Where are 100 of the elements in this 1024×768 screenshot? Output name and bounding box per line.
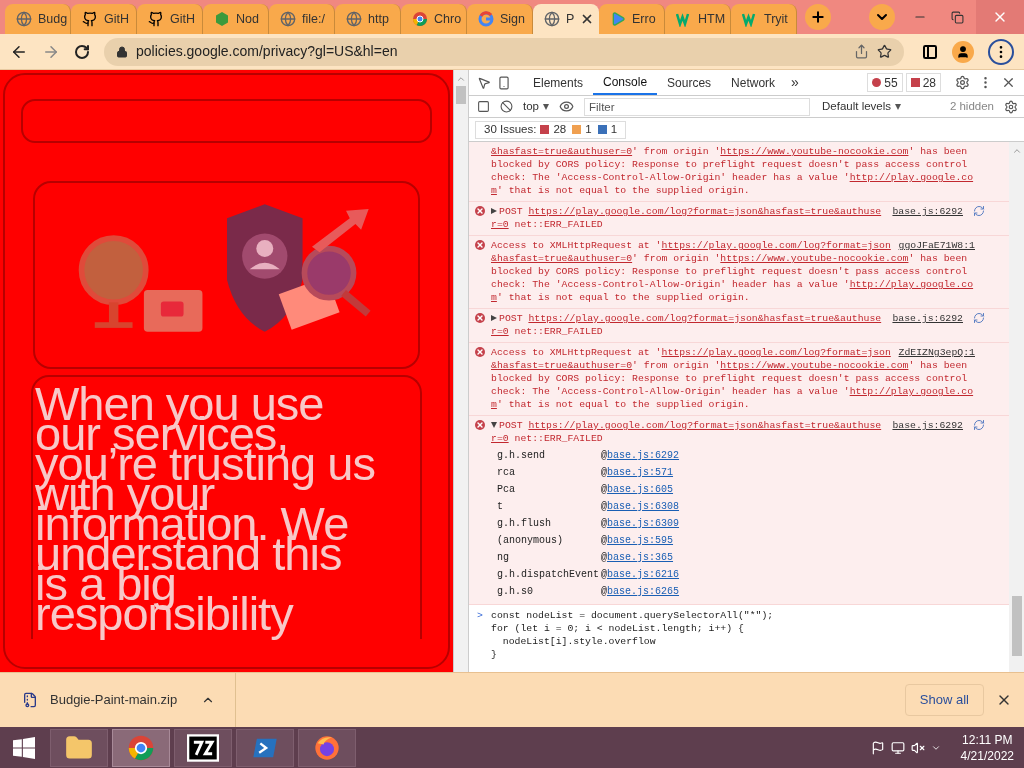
message-line: check: The 'Access-Control-Allow-Origin' header has a value 'http://play.google.co [491,171,974,184]
browser-tab[interactable]: Sign [467,4,533,34]
stack-source-link[interactable]: base.js:6216 [607,566,680,583]
browser-tab[interactable]: Chro [401,4,467,34]
context-dropdown[interactable]: top [523,97,549,116]
link[interactable]: m [491,185,497,196]
live-expression-icon[interactable] [559,99,574,114]
link[interactable]: r=0 [491,219,509,230]
network-request-icon[interactable] [973,419,985,431]
stack-source-link[interactable]: base.js:6309 [607,515,680,532]
network-request-icon[interactable] [973,205,985,217]
devtools-tab[interactable]: Elements [523,70,594,95]
flag-icon[interactable] [870,740,885,755]
link[interactable]: r=0 [491,326,509,337]
source-link[interactable]: ZdEIZNg3epQ:1 [898,346,975,359]
network-icon[interactable] [890,740,905,755]
browser-tab[interactable]: Erro [599,4,665,34]
more-tabs-button[interactable]: » [785,72,805,93]
link[interactable]: &hasfast=true&authuser=0 [491,360,633,371]
link[interactable]: https://www.youtube-nocookie.com [720,360,909,371]
source-link[interactable]: base.js:6292 [892,312,963,325]
stack-source-link[interactable]: base.js:605 [607,481,674,498]
side-panel-icon[interactable] [922,43,938,60]
bookmark-star-icon[interactable] [877,44,892,59]
devtools-tab[interactable]: Console [593,70,658,95]
new-tab-button[interactable] [805,4,831,30]
error-counter[interactable]: 55 [867,73,903,92]
scrollbar-thumb[interactable] [1011,596,1022,656]
stack-source-link[interactable]: base.js:6265 [607,583,680,600]
message-line: check: The 'Access-Control-Allow-Origin' header has a value 'http://play.google.co [491,385,974,398]
stack-source-link[interactable]: base.js:6292 [607,447,680,464]
link[interactable]: r=0 [491,433,509,444]
clear-console-icon[interactable] [500,100,513,113]
source-link[interactable]: base.js:6292 [892,205,963,218]
taskbar-app[interactable] [174,728,232,767]
close-icon[interactable] [1001,75,1016,90]
link[interactable]: http://play.google.co [849,279,974,290]
browser-tab[interactable]: P [533,4,599,34]
link[interactable]: https://www.youtube-nocookie.com [720,253,909,264]
link[interactable]: https://play.google.com/log?format=json [661,347,891,358]
source-link[interactable]: ggoJFaE71W8:1 [898,239,975,252]
link[interactable]: https://play.google.com/log?format=json&hasfast=true&authuse [528,313,882,324]
share-icon[interactable] [854,44,869,59]
clock[interactable]: 12:11 PM 4/21/2022 [960,731,1014,764]
browser-tab[interactable]: GitH [71,4,137,34]
console-settings-icon[interactable] [1004,99,1018,114]
link[interactable]: &hasfast=true&authuser=0 [491,146,633,157]
link[interactable]: http://play.google.co [849,172,974,183]
link[interactable]: https://play.google.com/log?format=json&hasfast=true&authuse [528,420,882,431]
link[interactable]: https://play.google.com/log?format=json&hasfast=true&authuse [528,206,882,217]
stack-source-link[interactable]: base.js:365 [607,549,674,566]
muted-speaker-icon[interactable] [910,740,925,755]
link[interactable]: &hasfast=true&authuser=0 [491,253,633,264]
browser-tab[interactable]: file:/ [269,4,335,34]
link[interactable]: m [491,292,497,303]
link[interactable]: m [491,399,497,410]
collapsed-triangle-icon[interactable] [491,315,497,321]
message-line: &hasfast=true&authuser=0' from origin 'https://www.youtube-nocookie.com' has been [491,145,968,158]
profile-avatar[interactable] [952,40,974,63]
expanded-triangle-icon[interactable] [491,422,497,428]
network-request-icon[interactable] [973,312,985,324]
show-all-button[interactable]: Show all [904,684,984,716]
stack-source-link[interactable]: base.js:571 [607,464,674,481]
browser-tab[interactable]: GitH [137,4,203,34]
browser-tab[interactable]: HTM [665,4,731,34]
lock-icon[interactable] [116,45,128,58]
address-bar[interactable]: policies.google.com/privacy?gl=US&hl=en [104,37,904,66]
windows-start-icon[interactable] [13,736,35,759]
stack-source-link[interactable]: base.js:595 [607,532,674,549]
reload-icon[interactable] [74,43,90,60]
devtools-tab[interactable]: Sources [657,70,722,95]
menu-button[interactable] [988,38,1014,65]
at-sign: @ [601,568,607,582]
browser-tab[interactable]: Nod [203,4,269,34]
console-input[interactable]: const nodeList = document.querySelectorAll("*"); for (let i = 0; i < nodeList.length; i++) { nodeList[i].style.overflow } [491,609,1009,672]
inspect-icon[interactable] [477,75,491,90]
browser-tab[interactable]: http [335,4,401,34]
plus-icon [810,9,826,25]
issue-counter[interactable]: 28 [905,73,941,92]
link[interactable]: https://www.youtube-nocookie.com [720,146,909,157]
sidebar-toggle-icon[interactable] [477,100,490,113]
message-line: r=0 net::ERR_FAILED [491,218,603,231]
log-levels-dropdown[interactable]: Default levels [822,97,902,116]
link[interactable]: https://play.google.com/log?format=json [661,240,891,251]
filter-field[interactable]: Filter [584,97,810,116]
stack-source-link[interactable]: base.js:6308 [607,498,680,515]
device-toolbar-icon[interactable] [497,75,511,90]
settings-icon[interactable] [955,75,970,90]
taskbar-app[interactable] [112,728,170,767]
collapsed-triangle-icon[interactable] [491,208,497,214]
source-link[interactable]: base.js:6292 [892,419,963,432]
issues-button[interactable]: 30 Issues: 28 1 1 [475,120,627,139]
link[interactable]: http://play.google.co [849,386,974,397]
tab-search-button[interactable] [869,4,895,30]
browser-tab[interactable]: Tryit [731,4,797,34]
restore-icon[interactable] [951,10,964,24]
browser-tab[interactable]: Budg [5,4,71,34]
devtools-tab[interactable]: Network [721,70,786,95]
hidden-count: 2 hidden [949,98,994,114]
scrollbar-thumb[interactable] [456,86,466,104]
